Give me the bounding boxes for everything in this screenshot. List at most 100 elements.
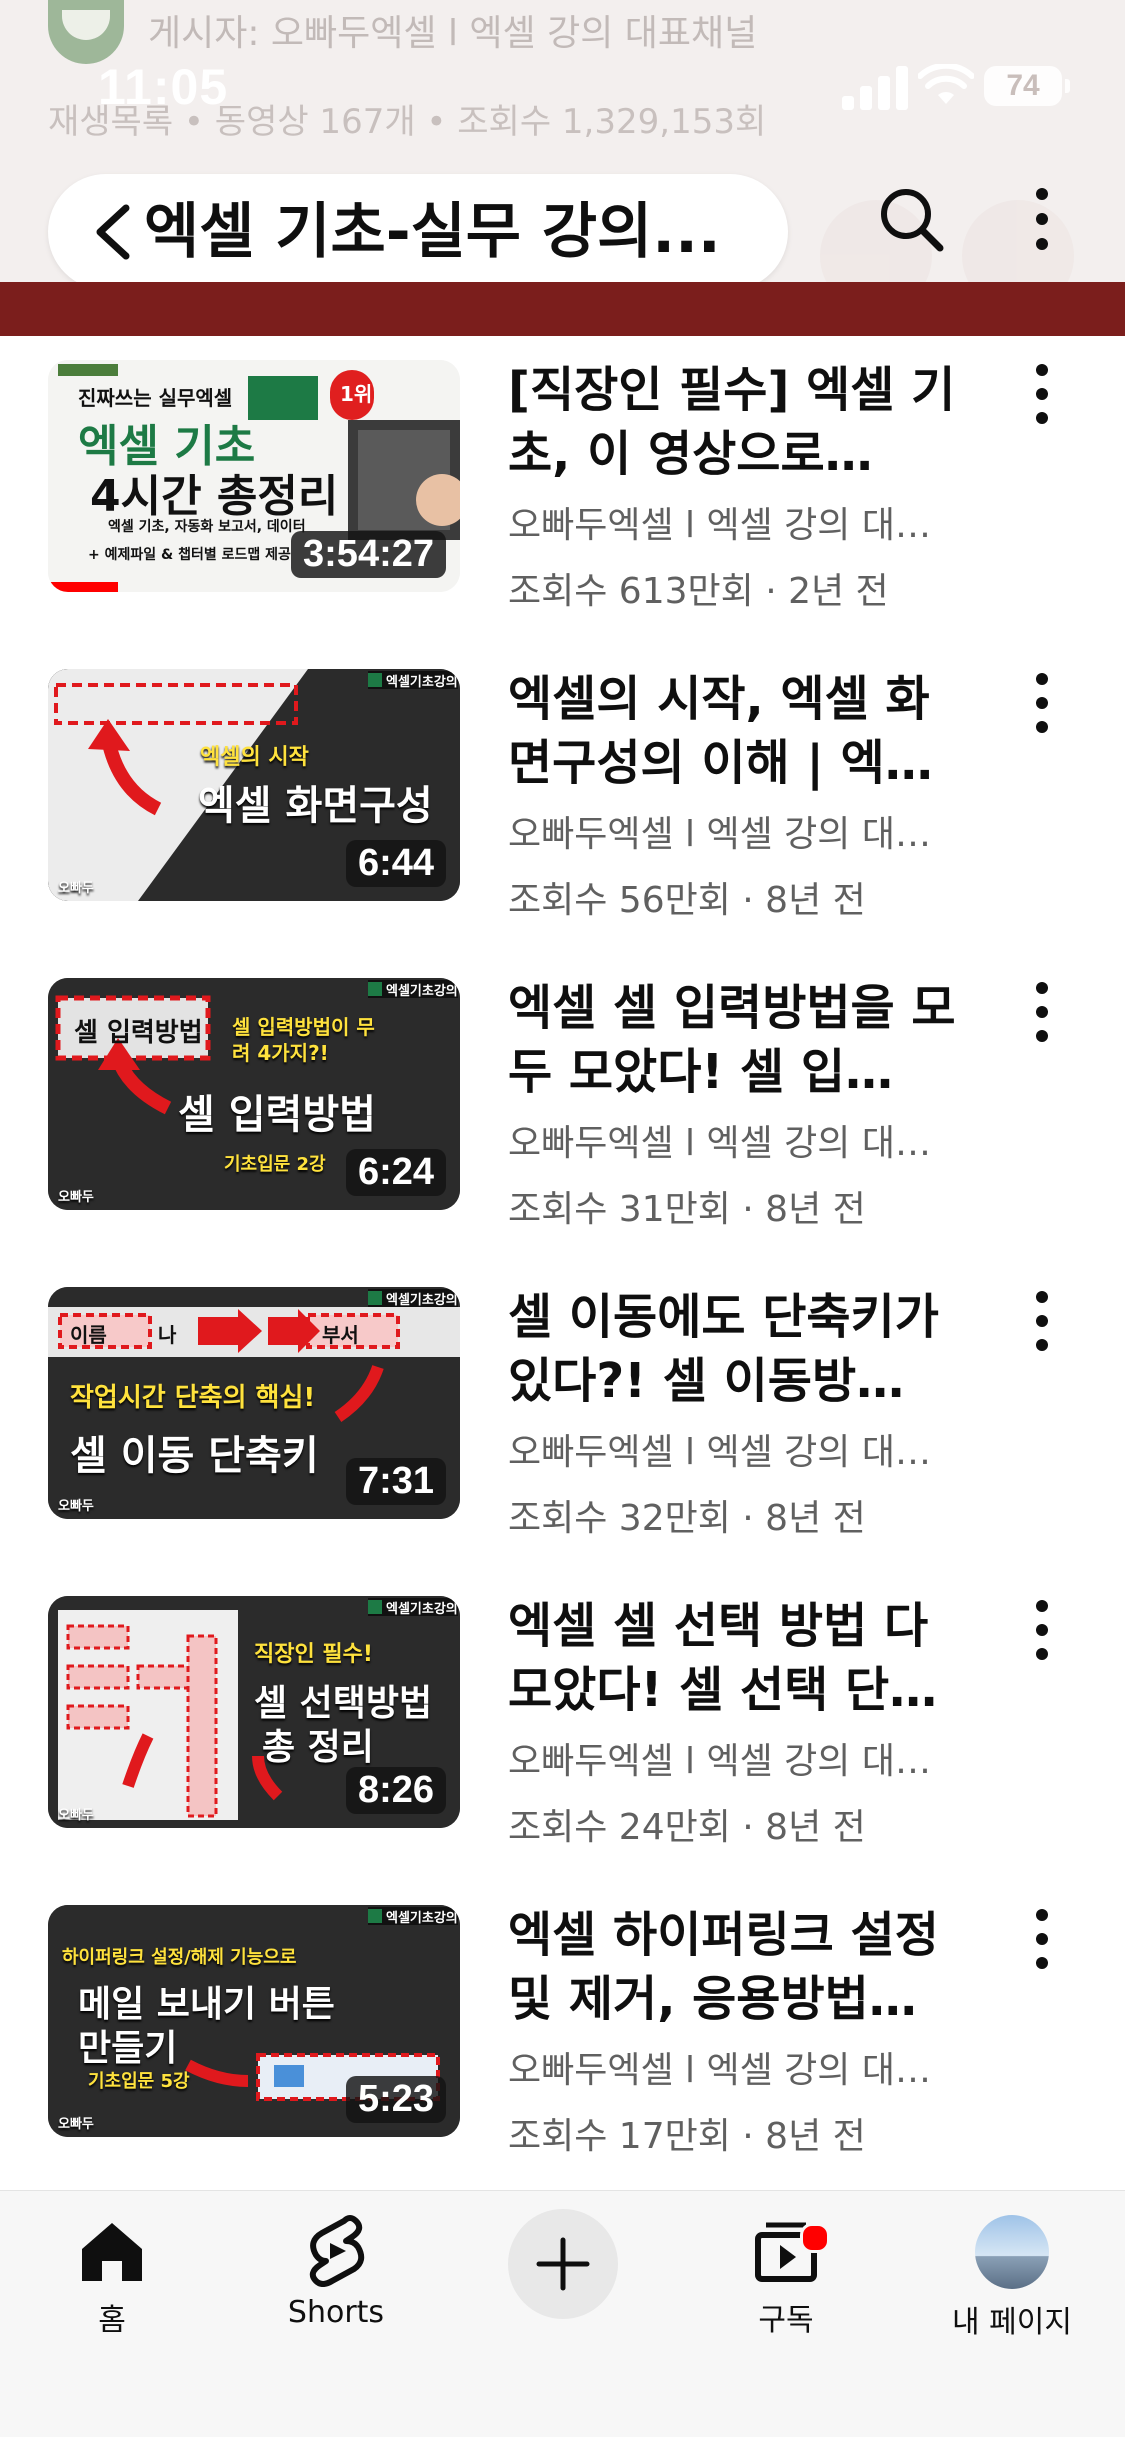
thumb-caption: 엑셀 화면구성 bbox=[198, 783, 433, 829]
nav-home[interactable]: 홈 bbox=[22, 2215, 202, 2339]
cellular-signal-icon bbox=[842, 66, 908, 110]
video-channel[interactable]: 오빠두엑셀 l 엑셀 강의 대… bbox=[508, 1423, 968, 1475]
video-title[interactable]: 엑셀 셀 선택 방법 다 모았다! 셀 선택 단… bbox=[508, 1594, 968, 1722]
thumb-caption: 엑셀기초강의 bbox=[386, 984, 458, 999]
nav-home-label: 홈 bbox=[98, 2303, 126, 2338]
video-stats: 조회수 32만회 · 8년 전 bbox=[508, 1498, 866, 1539]
video-item[interactable]: 직장인 필수! 셀 선택방법 총 정리 엑셀기초강의 오빠두 8:26 엑셀 셀… bbox=[0, 1588, 1125, 1897]
nav-shorts[interactable]: Shorts bbox=[246, 2215, 426, 2330]
video-channel[interactable]: 오빠두엑셀 l 엑셀 강의 대… bbox=[508, 496, 968, 548]
notification-dot bbox=[800, 2223, 830, 2253]
thumb-caption: 엑셀의 시작 bbox=[200, 745, 309, 770]
thumb-caption: 이름 bbox=[70, 1323, 107, 1347]
thumb-caption: 기초입문 2강 bbox=[224, 1154, 326, 1175]
poster-line: 게시자: 오빠두엑셀 l 엑셀 강의 대표채널 bbox=[148, 13, 758, 54]
video-duration: 6:44 bbox=[345, 840, 446, 887]
video-duration: 3:54:27 bbox=[291, 531, 446, 578]
status-time: 11:05 bbox=[98, 59, 229, 115]
thumb-caption: 기초입문 5강 bbox=[88, 2071, 190, 2092]
thumb-caption: 엑셀기초강의 bbox=[386, 1293, 458, 1308]
video-stats: 조회수 56만회 · 8년 전 bbox=[508, 880, 866, 921]
back-arrow-icon[interactable] bbox=[86, 200, 146, 264]
video-duration: 6:24 bbox=[345, 1149, 446, 1196]
thumb-caption: 하이퍼링크 설정/해제 기능으로 bbox=[62, 1947, 297, 1968]
video-duration: 7:31 bbox=[345, 1458, 446, 1505]
playlist-title[interactable]: 엑셀 기초-실무 강의... bbox=[144, 174, 764, 285]
thumb-caption: 엑셀 기초, 자동화 보고서, 데이터 bbox=[108, 519, 306, 535]
channel-avatar bbox=[48, 0, 124, 64]
video-thumbnail[interactable]: 직장인 필수! 셀 선택방법 총 정리 엑셀기초강의 오빠두 8:26 bbox=[48, 1596, 460, 1828]
video-title[interactable]: 셀 이동에도 단축키가 있다?! 셀 이동방… bbox=[508, 1285, 968, 1413]
more-options-icon[interactable] bbox=[1024, 184, 1060, 254]
video-more-icon[interactable] bbox=[1024, 1289, 1060, 1353]
video-thumbnail[interactable]: 하이퍼링크 설정/해제 기능으로 메일 보내기 버튼 만들기 기초입문 5강 엑… bbox=[48, 1905, 460, 2137]
thumb-caption: 직장인 필수! bbox=[254, 1642, 373, 1667]
video-duration: 8:26 bbox=[345, 1767, 446, 1814]
video-channel[interactable]: 오빠두엑셀 l 엑셀 강의 대… bbox=[508, 1732, 968, 1784]
thumb-caption: 엑셀기초강의 bbox=[386, 1602, 458, 1617]
thumb-caption: 셀 입력방법 bbox=[74, 1018, 203, 1048]
thumb-caption: 오빠두 bbox=[58, 1190, 94, 1205]
video-channel[interactable]: 오빠두엑셀 l 엑셀 강의 대… bbox=[508, 1114, 968, 1166]
video-title[interactable]: 엑셀 하이퍼링크 설정 및 제거, 응용방법… bbox=[508, 1903, 968, 2031]
video-more-icon[interactable] bbox=[1024, 1907, 1060, 1971]
rank-badge: 1위 bbox=[340, 382, 373, 406]
video-item[interactable]: 이름 나 부서 작업시간 단축의 핵심! 셀 이동 단축키 엑셀기초강의 오빠두… bbox=[0, 1279, 1125, 1588]
video-item[interactable]: 엑셀의 시작 엑셀 화면구성 엑셀기초강의 오빠두 6:44 엑셀의 시작, 엑… bbox=[0, 661, 1125, 970]
thumb-caption: 오빠두 bbox=[58, 881, 94, 896]
profile-avatar bbox=[975, 2215, 1049, 2289]
create-button[interactable] bbox=[508, 2209, 618, 2319]
thumb-caption: 진짜쓰는 실무엑셀 bbox=[78, 386, 233, 410]
thumb-caption: 오빠두 bbox=[58, 2117, 94, 2132]
thumb-caption: 오빠두 bbox=[58, 1808, 94, 1823]
nav-subscriptions-label: 구독 bbox=[758, 2303, 814, 2338]
video-list: 진짜쓰는 실무엑셀 엑셀 기초 4시간 총정리 엑셀 기초, 자동화 보고서, … bbox=[0, 352, 1125, 2206]
video-stats: 조회수 17만회 · 8년 전 bbox=[508, 2116, 866, 2157]
thumb-caption: 작업시간 단축의 핵심! bbox=[70, 1383, 316, 1413]
shorts-icon bbox=[309, 2215, 365, 2287]
video-title[interactable]: 엑셀 셀 입력방법을 모두 모았다! 셀 입… bbox=[508, 976, 968, 1104]
nav-shorts-label: Shorts bbox=[287, 2295, 385, 2330]
thumb-caption: 셀 입력방법이 무려 4가지?! bbox=[232, 1015, 375, 1065]
video-title[interactable]: 엑셀의 시작, 엑셀 화면구성의 이해 | 엑… bbox=[508, 667, 968, 795]
bottom-navigation: 홈 Shorts 구독 내 페이지 bbox=[0, 2190, 1125, 2437]
video-more-icon[interactable] bbox=[1024, 1598, 1060, 1662]
search-icon[interactable] bbox=[876, 184, 946, 254]
video-more-icon[interactable] bbox=[1024, 362, 1060, 426]
video-thumbnail[interactable]: 엑셀의 시작 엑셀 화면구성 엑셀기초강의 오빠두 6:44 bbox=[48, 669, 460, 901]
video-duration: 5:23 bbox=[345, 2076, 446, 2123]
video-stats: 조회수 31만회 · 8년 전 bbox=[508, 1189, 866, 1230]
thumb-caption: 나 bbox=[158, 1323, 177, 1347]
nav-my-page-label: 내 페이지 bbox=[952, 2305, 1072, 2340]
video-item[interactable]: 진짜쓰는 실무엑셀 엑셀 기초 4시간 총정리 엑셀 기초, 자동화 보고서, … bbox=[0, 352, 1125, 661]
video-item[interactable]: 셀 입력방법 셀 입력방법이 무려 4가지?! 셀 입력방법 기초입문 2강 엑… bbox=[0, 970, 1125, 1279]
thumb-caption: 오빠두 bbox=[58, 1499, 94, 1514]
video-item[interactable]: 하이퍼링크 설정/해제 기능으로 메일 보내기 버튼 만들기 기초입문 5강 엑… bbox=[0, 1897, 1125, 2206]
header-color-band bbox=[0, 282, 1125, 336]
video-thumbnail[interactable]: 진짜쓰는 실무엑셀 엑셀 기초 4시간 총정리 엑셀 기초, 자동화 보고서, … bbox=[48, 360, 460, 592]
video-channel[interactable]: 오빠두엑셀 l 엑셀 강의 대… bbox=[508, 2041, 968, 2093]
thumb-caption: 셀 이동 단축키 bbox=[70, 1433, 319, 1479]
thumb-caption: 총 정리 bbox=[262, 1727, 374, 1768]
nav-my-page[interactable]: 내 페이지 bbox=[922, 2215, 1102, 2341]
video-channel[interactable]: 오빠두엑셀 l 엑셀 강의 대… bbox=[508, 805, 968, 857]
video-thumbnail[interactable]: 이름 나 부서 작업시간 단축의 핵심! 셀 이동 단축키 엑셀기초강의 오빠두… bbox=[48, 1287, 460, 1519]
home-icon bbox=[82, 2223, 142, 2281]
video-stats: 조회수 613만회 · 2년 전 bbox=[508, 571, 889, 612]
video-stats: 조회수 24만회 · 8년 전 bbox=[508, 1807, 866, 1848]
thumb-caption: 엑셀기초강의 bbox=[386, 675, 458, 690]
thumb-caption: 4시간 총정리 bbox=[90, 471, 339, 522]
thumb-caption: 셀 입력방법 bbox=[178, 1092, 376, 1138]
video-more-icon[interactable] bbox=[1024, 980, 1060, 1044]
video-more-icon[interactable] bbox=[1024, 671, 1060, 735]
watch-progress-bar bbox=[48, 582, 118, 592]
playlist-search-bar[interactable]: 엑셀 기초-실무 강의... bbox=[48, 174, 788, 285]
thumb-caption: 만들기 bbox=[78, 2028, 178, 2069]
video-thumbnail[interactable]: 셀 입력방법 셀 입력방법이 무려 4가지?! 셀 입력방법 기초입문 2강 엑… bbox=[48, 978, 460, 1210]
plus-icon bbox=[536, 2237, 590, 2291]
battery-icon: 74 bbox=[984, 66, 1070, 106]
thumb-caption: 부서 bbox=[322, 1323, 359, 1347]
thumb-caption: + 예제파일 & 챕터별 로드맵 제공 bbox=[88, 547, 291, 563]
nav-subscriptions[interactable]: 구독 bbox=[696, 2215, 876, 2339]
video-title[interactable]: [직장인 필수] 엑셀 기초, 이 영상으로… bbox=[508, 358, 968, 486]
